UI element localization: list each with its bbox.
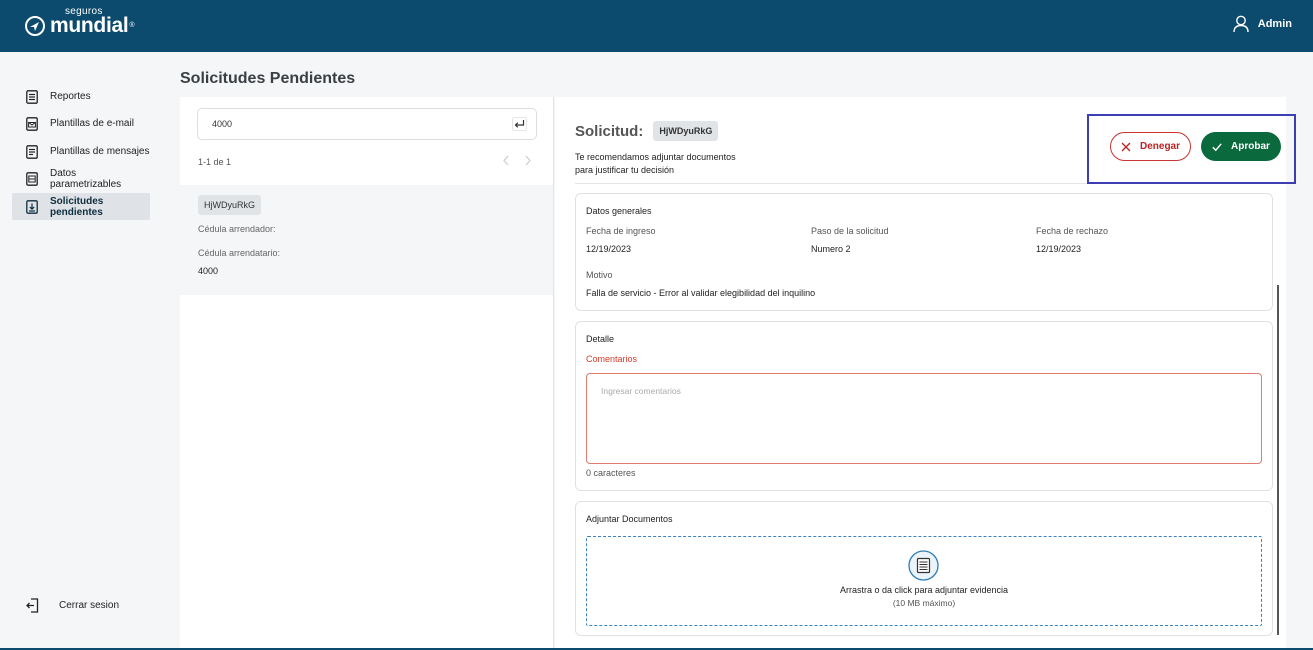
report-document-icon [26,89,38,104]
entry-date-value: 12/19/2023 [586,244,632,254]
deny-button-label: Denegar [1139,141,1180,152]
detail-scrollbar[interactable] [1277,285,1279,635]
rejection-date-value: 12/19/2023 [1036,244,1082,254]
dropzone-text: Arrastra o da click para adjuntar eviden… [839,585,1009,595]
message-template-icon [26,144,38,159]
logout-button[interactable]: Cerrar sesion [26,598,119,613]
approve-button-label: Aprobar [1231,141,1270,152]
request-hint: Te recomendamos adjuntar documentos para… [575,151,736,177]
sidebar-item-plantillas-mensajes[interactable]: Plantillas de mensajes [12,138,150,165]
next-page-icon[interactable] [524,155,532,166]
dropzone-size-limit: (10 MB máximo) [892,598,956,608]
file-dropzone[interactable]: Arrastra o da click para adjuntar eviden… [586,536,1262,626]
detail-section: Detalle Comentarios Ingresar comentarios… [575,321,1273,491]
document-upload-icon [908,550,939,581]
check-icon [1212,142,1222,151]
top-bar: seguros mundial® Admin [0,0,1313,52]
comments-placeholder: Ingresar comentarios [601,386,681,396]
request-title: Solicitud: HjWDyuRkG [575,121,719,141]
tenant-id-value: 4000 [198,266,219,276]
brand-big-text: mundial [50,14,129,37]
section-title: Datos generales [586,206,652,216]
section-title: Adjuntar Documentos [586,514,673,524]
enter-return-icon[interactable] [512,117,527,131]
user-name: Admin [1257,18,1292,30]
brand-logo[interactable]: seguros mundial® [24,6,135,42]
data-parameters-icon [26,171,38,186]
char-counter: 0 caracteres [586,468,636,478]
hint-line-2: para justificar tu decisión [575,165,675,175]
general-data-section: Datos generales Fecha de ingreso 12/19/2… [575,193,1273,311]
comments-textarea[interactable]: Ingresar comentarios [586,373,1262,464]
comments-label: Comentarios [586,354,638,364]
reason-value: Falla de servicio - Error al validar ele… [586,288,816,298]
previous-page-icon[interactable] [502,155,510,166]
user-menu[interactable]: Admin [1233,15,1292,33]
hint-line-1: Te recomendamos adjuntar documentos [575,152,736,162]
request-title-label: Solicitud: [575,122,644,140]
landlord-id-label: Cédula arrendador: [198,224,276,234]
sidebar-item-label: Reportes [50,91,91,102]
entry-date-label: Fecha de ingreso [586,226,656,236]
requests-list-panel: 4000 1-1 de 1 HjWDyuRkG Cédula arrendado… [180,97,554,648]
deny-button[interactable]: Denegar [1110,132,1191,161]
sidebar-item-solicitudes-pendientes[interactable]: Solicitudes pendientes [12,193,150,220]
request-step-label: Paso de la solicitud [811,226,889,236]
request-step-value: Numero 2 [811,244,851,254]
user-icon [1233,15,1249,33]
sidebar-item-label: Solicitudes pendientes [50,195,104,218]
sidebar-item-label: Plantillas de mensajes [50,146,150,157]
approve-button[interactable]: Aprobar [1201,132,1281,161]
sidebar-item-label: Datos parametrizables [50,167,122,190]
sidebar-item-plantillas-email[interactable]: Plantillas de e-mail [12,110,150,137]
reason-label: Motivo [586,270,613,280]
attach-documents-section: Adjuntar Documentos Arrastra o da click … [575,501,1273,636]
email-template-icon [26,116,38,131]
request-id-badge: HjWDyuRkG [198,195,261,215]
rejection-date-label: Fecha de rechazo [1036,226,1109,236]
compass-logo-icon [25,16,45,36]
brand-registered-mark: ® [129,22,135,29]
sidebar-item-datos-parametrizables[interactable]: Datos parametrizables [12,165,150,192]
close-icon [1121,142,1131,151]
logout-icon [26,598,39,613]
search-input-value: 4000 [212,119,233,129]
page-title: Solicitudes Pendientes [180,70,356,87]
sidebar-item-reportes[interactable]: Reportes [12,83,150,110]
brand-wordmark: seguros mundial® [50,6,135,37]
tenant-id-label: Cédula arrendatario: [198,248,281,258]
pager [502,155,532,166]
sidebar-item-label: Plantillas de e-mail [50,118,134,129]
brand-small-text: seguros [65,6,103,17]
search-input[interactable]: 4000 [197,108,537,140]
request-id-badge: HjWDyuRkG [653,121,719,141]
section-title: Detalle [586,334,615,344]
pagination-summary: 1-1 de 1 [198,157,232,167]
logout-label: Cerrar sesion [59,600,120,611]
request-list-item[interactable]: HjWDyuRkG Cédula arrendador: Cédula arre… [180,185,553,295]
pending-requests-icon [26,199,38,214]
sidebar: Reportes Plantillas de e-mail Plantillas… [0,52,162,648]
